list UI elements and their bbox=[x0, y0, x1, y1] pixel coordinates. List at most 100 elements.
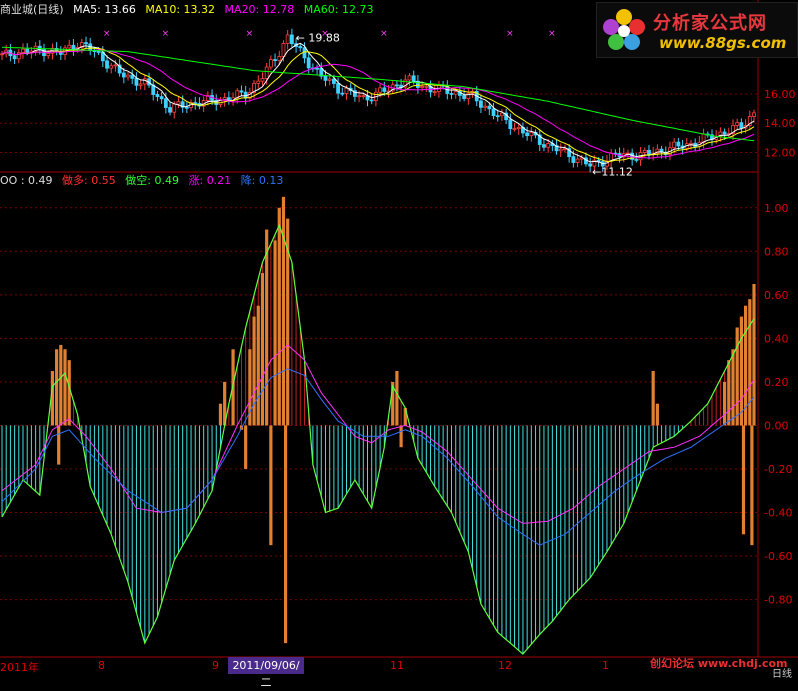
candle-body bbox=[277, 56, 282, 61]
candle-body bbox=[508, 119, 513, 130]
legend-jiang: 降: 0.13 bbox=[240, 174, 284, 187]
candle-body bbox=[268, 59, 273, 68]
candle-body bbox=[46, 52, 51, 57]
candle-body bbox=[168, 107, 172, 113]
legend-ma10: MA10: 13.32 bbox=[145, 3, 216, 16]
signal-mark: × bbox=[548, 29, 556, 39]
orange-signal-bar bbox=[750, 425, 754, 546]
orange-signal-bar bbox=[260, 273, 265, 426]
orange-signal-bar bbox=[399, 425, 403, 448]
candle-body bbox=[634, 159, 639, 161]
candle-body bbox=[96, 51, 101, 53]
candle-body bbox=[546, 143, 551, 148]
candle-body bbox=[453, 91, 458, 95]
candle-body bbox=[336, 83, 340, 94]
candle-body bbox=[184, 106, 189, 109]
candle-body bbox=[138, 83, 143, 86]
orange-signal-bar bbox=[273, 240, 277, 426]
legend-ma5: MA5: 13.66 bbox=[73, 3, 136, 16]
orange-signal-bar bbox=[735, 327, 739, 426]
candle-body bbox=[331, 78, 336, 84]
legend-ma20: MA20: 12.78 bbox=[224, 3, 295, 16]
orange-signal-bar bbox=[63, 349, 67, 426]
x-label-aug: 8 bbox=[98, 659, 105, 672]
candle-body bbox=[361, 95, 366, 98]
high-price-label: ← 19.88 bbox=[296, 31, 340, 44]
orange-signal-bar bbox=[395, 371, 399, 426]
signal-mark: × bbox=[380, 29, 388, 39]
orange-signal-bar bbox=[655, 403, 659, 426]
oo-line bbox=[1, 223, 755, 655]
orange-signal-bar bbox=[59, 344, 63, 426]
candle-body bbox=[281, 43, 286, 57]
zhang-line bbox=[1, 344, 755, 524]
candle-body bbox=[516, 126, 521, 130]
candle-body bbox=[264, 66, 269, 79]
site-logo[interactable]: 分析家公式网 www.88gs.com bbox=[596, 2, 798, 58]
candle-body bbox=[113, 64, 118, 67]
ma5-line bbox=[1, 42, 755, 165]
orange-signal-bar bbox=[752, 283, 756, 426]
candle-body bbox=[369, 99, 374, 102]
legend-zuokong: 做空: 0.49 bbox=[125, 174, 179, 187]
chart-svg: 16.0014.0012.00← 19.88←11.12×××××××××1.0… bbox=[0, 0, 798, 658]
candle-body bbox=[306, 57, 311, 69]
candle-body bbox=[558, 148, 563, 152]
indicator-tick-label: 0.60 bbox=[764, 289, 789, 302]
orange-signal-bar bbox=[739, 316, 743, 426]
candle-body bbox=[142, 78, 147, 85]
price-tick-label: 16.00 bbox=[764, 88, 796, 101]
candle-body bbox=[273, 59, 277, 62]
candle-body bbox=[378, 87, 383, 93]
candle-body bbox=[105, 60, 109, 69]
candle-body bbox=[483, 105, 488, 108]
orange-signal-bar bbox=[55, 349, 59, 426]
x-label-dec: 12 bbox=[498, 659, 512, 672]
candle-body bbox=[344, 87, 349, 94]
candle-body bbox=[491, 108, 496, 117]
footer-watermark: 创幻论坛 www.chdj.com bbox=[650, 657, 788, 670]
logo-url: www.88gs.com bbox=[659, 34, 787, 52]
orange-signal-bar bbox=[722, 381, 727, 426]
orange-signal-bar bbox=[265, 229, 269, 426]
indicator-tick-label: 0.20 bbox=[764, 376, 789, 389]
candle-body bbox=[735, 122, 740, 126]
candle-body bbox=[126, 74, 130, 78]
candle-body bbox=[323, 75, 328, 81]
indicator-tick-label: 0.00 bbox=[764, 419, 789, 432]
price-tick-label: 14.00 bbox=[764, 117, 796, 130]
price-tick-label: 12.00 bbox=[764, 146, 796, 159]
logo-title: 分析家公式网 bbox=[653, 13, 767, 34]
candle-body bbox=[239, 90, 244, 93]
orange-signal-bar bbox=[57, 425, 61, 465]
orange-signal-bar bbox=[269, 425, 273, 546]
x-label-sep: 9 bbox=[212, 659, 219, 672]
orange-signal-bar bbox=[277, 207, 281, 426]
candle-body bbox=[256, 80, 261, 84]
legend-zhang: 涨: 0.21 bbox=[188, 174, 232, 187]
signal-mark: × bbox=[321, 29, 329, 39]
indicator-tick-label: -0.20 bbox=[764, 463, 792, 476]
signal-mark: × bbox=[162, 29, 170, 39]
candle-body bbox=[155, 94, 160, 98]
legend-zuoduo: 做多: 0.55 bbox=[62, 174, 116, 187]
candle-body bbox=[315, 67, 319, 70]
candle-body bbox=[159, 96, 164, 100]
candle-body bbox=[21, 48, 25, 54]
x-cursor-date: 2011/09/06/二 bbox=[228, 657, 304, 689]
candle-body bbox=[479, 100, 483, 108]
candle-body bbox=[172, 103, 177, 113]
candle-body bbox=[575, 158, 580, 163]
chart-stage: 16.0014.0012.00← 19.88←11.12×××××××××1.0… bbox=[0, 0, 798, 676]
candle-body bbox=[407, 75, 412, 81]
candle-body bbox=[525, 132, 530, 137]
x-label-2011: 2011年 bbox=[0, 661, 39, 674]
candle-body bbox=[382, 87, 387, 92]
indicator-legend: OO : 0.49 做多: 0.55 做空: 0.49 涨: 0.21 降: 0… bbox=[0, 174, 289, 188]
candle-body bbox=[357, 95, 361, 98]
candle-body bbox=[449, 93, 454, 95]
orange-signal-bar bbox=[741, 425, 746, 535]
x-label-nov: 11 bbox=[390, 659, 404, 672]
candle-body bbox=[424, 85, 429, 88]
orange-signal-bar bbox=[727, 360, 731, 426]
